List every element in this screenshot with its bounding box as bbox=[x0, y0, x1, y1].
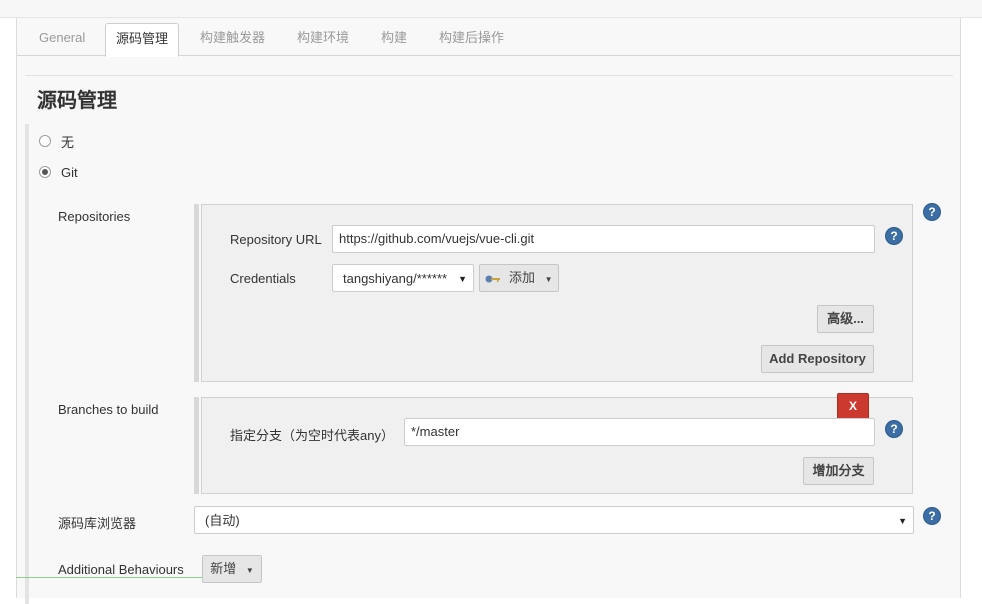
branches-bar bbox=[194, 397, 199, 494]
scm-option-none[interactable]: 无 bbox=[39, 131, 74, 151]
add-behaviour-button[interactable]: 新增 ▼ bbox=[202, 555, 262, 583]
caret-down-icon: ▼ bbox=[245, 566, 254, 575]
tab-post-build[interactable]: 构建后操作 bbox=[429, 18, 514, 56]
scm-option-none-label: 无 bbox=[61, 134, 75, 150]
credentials-value: tangshiyang/****** bbox=[343, 271, 448, 286]
tab-scm[interactable]: 源码管理 bbox=[105, 23, 180, 57]
advanced-button[interactable]: 高级... bbox=[817, 305, 874, 333]
credentials-select[interactable]: tangshiyang/****** ▼ bbox=[332, 264, 474, 292]
repository-url-input[interactable]: https://github.com/vuejs/vue-cli.git bbox=[332, 225, 875, 253]
caret-down-icon: ▼ bbox=[898, 516, 907, 526]
branches-label: Branches to build bbox=[58, 402, 159, 417]
add-credentials-label: 添加 bbox=[509, 270, 536, 285]
repositories-bar bbox=[194, 204, 199, 382]
scm-option-git-label: Git bbox=[61, 164, 78, 180]
add-repository-button[interactable]: Add Repository bbox=[761, 345, 874, 373]
tab-build-environment[interactable]: 构建环境 bbox=[287, 18, 359, 56]
repo-browser-value: (自动) bbox=[205, 513, 240, 528]
help-icon[interactable]: ? bbox=[886, 228, 902, 244]
repo-browser-label: 源码库浏览器 bbox=[58, 516, 137, 531]
radio-git[interactable] bbox=[39, 166, 51, 178]
status-indicator bbox=[16, 577, 202, 580]
top-strip bbox=[0, 0, 982, 18]
config-panel: General 源码管理 构建触发器 构建环境 构建 构建后操作 源码管理 无 … bbox=[16, 18, 961, 604]
key-icon bbox=[485, 275, 501, 283]
credentials-label: Credentials bbox=[230, 271, 296, 286]
add-credentials-button[interactable]: 添加 ▼ bbox=[479, 264, 559, 292]
help-icon[interactable]: ? bbox=[924, 204, 940, 220]
help-icon[interactable]: ? bbox=[886, 421, 902, 437]
tab-bar: General 源码管理 构建触发器 构建环境 构建 构建后操作 bbox=[17, 18, 960, 57]
tab-general[interactable]: General bbox=[29, 18, 95, 56]
add-behaviour-label: 新增 bbox=[210, 561, 237, 576]
section-left-bar bbox=[25, 124, 29, 604]
help-icon[interactable]: ? bbox=[924, 508, 940, 524]
section-divider bbox=[25, 75, 953, 76]
additional-behaviours-label: Additional Behaviours bbox=[58, 562, 184, 577]
add-branch-button[interactable]: 增加分支 bbox=[803, 457, 874, 485]
caret-down-icon: ▼ bbox=[458, 274, 467, 284]
branch-specifier-label: 指定分支（为空时代表any） bbox=[230, 428, 394, 443]
delete-branch-button[interactable]: X bbox=[837, 393, 869, 419]
scm-option-git[interactable]: Git bbox=[39, 162, 78, 182]
repositories-label: Repositories bbox=[58, 209, 131, 224]
caret-down-icon: ▼ bbox=[544, 275, 553, 284]
section-title: 源码管理 bbox=[37, 90, 117, 112]
repo-browser-select[interactable]: (自动) ▼ bbox=[194, 506, 914, 534]
repository-url-label: Repository URL bbox=[230, 232, 322, 247]
tab-build-triggers[interactable]: 构建触发器 bbox=[190, 18, 275, 56]
radio-none[interactable] bbox=[39, 135, 51, 147]
branch-specifier-input[interactable]: */master bbox=[404, 418, 875, 446]
tab-build[interactable]: 构建 bbox=[371, 18, 417, 56]
